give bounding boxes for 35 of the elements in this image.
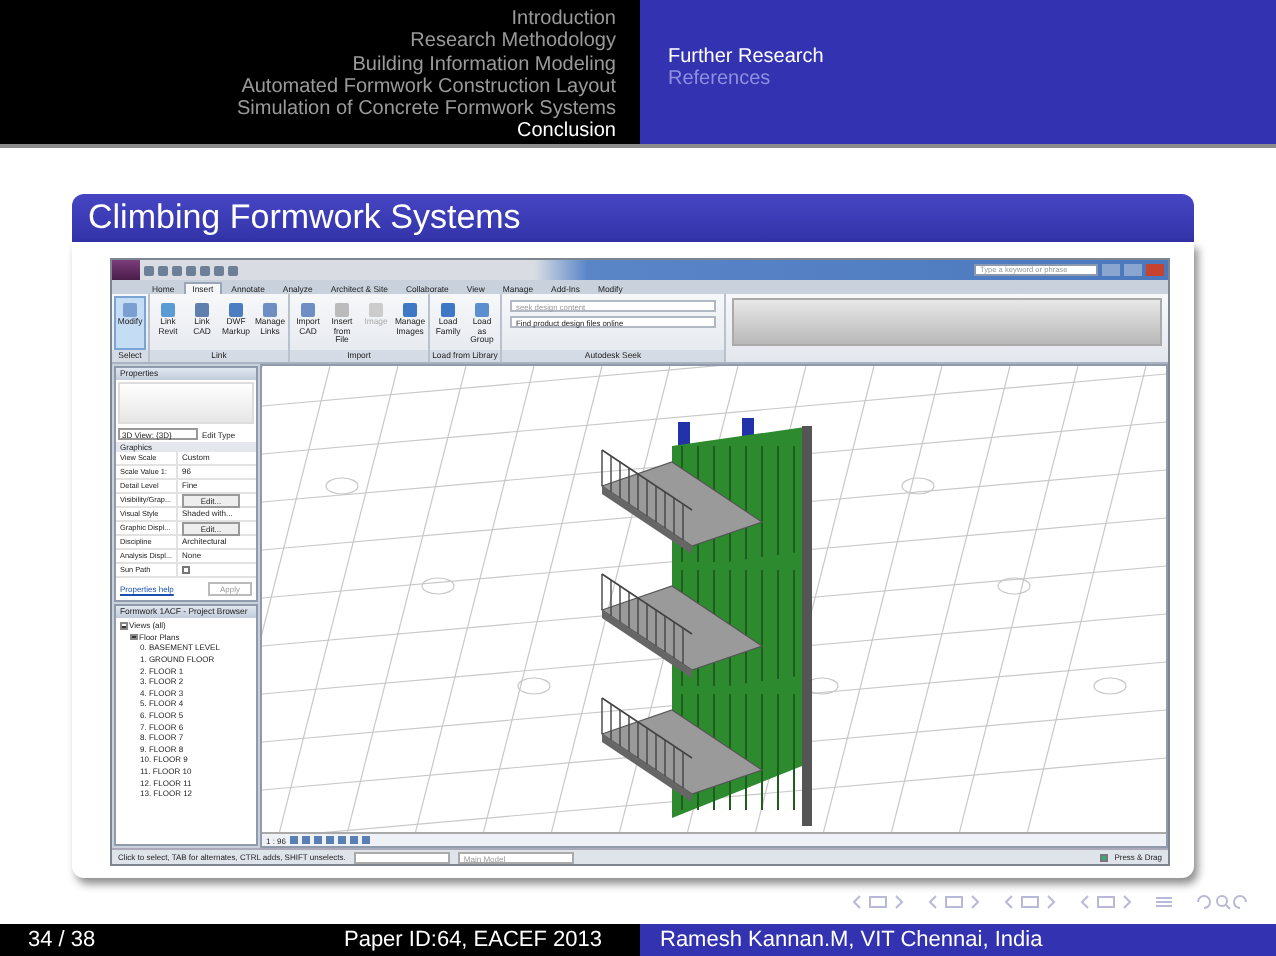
slide-title: Climbing Formwork Systems xyxy=(72,194,1194,242)
footer-paper: Paper ID:64, EACEF 2013 xyxy=(343,928,602,952)
section-link[interactable]: Research Methodology xyxy=(410,30,616,54)
section-link[interactable]: Building Information Modeling xyxy=(352,53,616,76)
section-link[interactable]: Simulation of Concrete Formwork Systems xyxy=(236,98,616,121)
arrows-nav-icon[interactable] xyxy=(1080,893,1132,909)
search-icon[interactable] xyxy=(1196,893,1248,909)
arrows-nav-icon[interactable] xyxy=(928,893,980,909)
checkbox[interactable] xyxy=(182,566,190,574)
tool-icon xyxy=(334,302,350,318)
workset-dropdown[interactable] xyxy=(353,851,450,863)
tool-icon xyxy=(262,302,278,318)
tool-icon xyxy=(122,302,138,318)
tool-icon xyxy=(300,302,316,318)
app-menu-button[interactable] xyxy=(112,260,140,280)
tool-icon xyxy=(368,302,384,318)
arrows-nav-icon[interactable] xyxy=(852,893,904,909)
expand-toggle-icon[interactable] xyxy=(120,622,127,630)
expand-toggle-icon[interactable] xyxy=(130,633,137,641)
section-link[interactable]: Introduction xyxy=(511,8,616,31)
tool-icon xyxy=(440,302,456,318)
section-link[interactable]: Conclusion xyxy=(517,120,616,144)
tool-icon xyxy=(402,302,418,318)
type-preview xyxy=(118,382,254,424)
outline-icon[interactable] xyxy=(1156,893,1172,909)
tool-icon xyxy=(194,302,210,318)
tool-icon xyxy=(160,302,176,318)
subsection-link[interactable]: Further Research xyxy=(668,46,1276,69)
footer-author: Ramesh Kannan.M, VIT Chennai, India xyxy=(660,928,1043,952)
page-number: 34 / 38 xyxy=(28,928,96,952)
section-link[interactable]: Automated Formwork Construction Layout xyxy=(241,75,616,99)
arrows-nav-icon[interactable] xyxy=(1004,893,1056,909)
checkbox[interactable] xyxy=(1100,853,1109,861)
tool-icon xyxy=(474,302,490,318)
tool-icon xyxy=(228,302,244,318)
